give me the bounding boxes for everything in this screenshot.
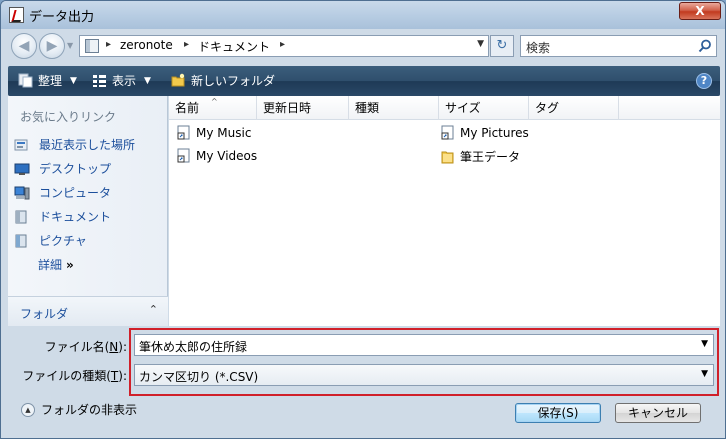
new-folder-button[interactable]: 新しいフォルダ	[171, 72, 275, 89]
refresh-button[interactable]: ↻	[490, 35, 514, 57]
hide-folders-toggle[interactable]: ▲ フォルダの非表示	[21, 401, 137, 418]
favorites-header: お気に入りリンク	[20, 110, 117, 124]
breadcrumb-arrow-icon[interactable]: ▸	[280, 39, 285, 50]
breadcrumb-documents[interactable]: ドキュメント	[198, 38, 270, 55]
folder-icon	[441, 151, 454, 164]
column-header-tags[interactable]: タグ	[529, 96, 619, 120]
documents-icon	[15, 210, 27, 223]
refresh-icon: ↻	[496, 38, 508, 53]
filetype-value: カンマ区切り (*.CSV)	[139, 370, 259, 384]
organize-label: 整理	[38, 74, 63, 88]
collapse-icon: ▲	[21, 402, 35, 417]
file-list: 名前 ^ 更新日時 種類 サイズ タグ My Music My Videos M…	[169, 96, 720, 326]
column-header-size[interactable]: サイズ	[439, 96, 529, 120]
address-bar[interactable]: ▸ zeronote ▸ ドキュメント ▸ ▼	[79, 35, 489, 57]
computer-icon	[14, 186, 30, 199]
filename-label: ファイル名(N):	[44, 340, 127, 354]
folder-location-icon	[85, 39, 99, 53]
app-icon	[9, 7, 24, 23]
new-folder-icon	[171, 73, 185, 87]
address-history-dropdown-icon[interactable]: ▼	[477, 39, 484, 49]
recent-places-icon	[14, 139, 28, 150]
filename-dropdown-icon[interactable]: ▼	[701, 339, 708, 349]
view-dropdown-icon: ▼	[144, 75, 151, 86]
save-options: ファイル名(N): 筆休め太郎の住所録 ▼ ファイルの種類(T): カンマ区切り…	[1, 326, 725, 438]
filename-input[interactable]: 筆休め太郎の住所録 ▼	[134, 334, 714, 356]
filetype-select[interactable]: カンマ区切り (*.CSV) ▼	[134, 364, 714, 386]
forward-button[interactable]: ▶	[39, 33, 65, 59]
save-dialog: データ出力 X ◀ ▶ ▼ ▸ zeronote ▸ ドキュメント ▸ ▼ ↻ …	[0, 0, 726, 439]
shortcut-icon	[441, 125, 454, 140]
sidebar-item-label: ドキュメント	[39, 210, 112, 224]
sidebar-item-pictures[interactable]: ピクチャ	[14, 232, 87, 249]
sidebar-item-label: デスクトップ	[39, 162, 112, 176]
favorites-pane: お気に入りリンク 最近表示した場所 デスクトップ コンピュータ ドキュメント ピ…	[8, 96, 168, 326]
file-name: My Music	[196, 125, 252, 140]
window-title: データ出力	[29, 10, 95, 25]
organize-button[interactable]: 整理 ▼	[18, 72, 77, 89]
more-links-label: 詳細	[38, 258, 63, 272]
filetype-label: ファイルの種類(T):	[22, 369, 127, 383]
desktop-icon	[14, 163, 30, 175]
view-icon	[93, 75, 106, 87]
back-button[interactable]: ◀	[11, 33, 37, 59]
help-icon[interactable]: ?	[696, 73, 712, 89]
organize-dropdown-icon: ▼	[70, 75, 77, 86]
command-toolbar: 整理 ▼ 表示 ▼ 新しいフォルダ ?	[8, 66, 720, 96]
column-header-name[interactable]: 名前 ^	[169, 96, 257, 120]
title-bar: データ出力 X	[1, 1, 725, 29]
column-headers: 名前 ^ 更新日時 種類 サイズ タグ	[169, 96, 720, 120]
forward-arrow-icon: ▶	[46, 38, 58, 54]
double-chevron-icon: »	[66, 258, 74, 272]
pictures-icon	[15, 234, 27, 247]
search-icon[interactable]	[698, 39, 712, 53]
column-header-modified[interactable]: 更新日時	[257, 96, 349, 120]
view-button[interactable]: 表示 ▼	[92, 72, 151, 89]
sidebar-item-recent-places[interactable]: 最近表示した場所	[14, 136, 135, 153]
cancel-button[interactable]: キャンセル	[615, 403, 701, 423]
new-folder-label: 新しいフォルダ	[191, 74, 276, 88]
breadcrumb-arrow-icon[interactable]: ▸	[106, 39, 111, 50]
file-name: My Pictures	[460, 125, 529, 140]
recent-pages-dropdown-icon[interactable]: ▼	[67, 41, 73, 50]
view-label: 表示	[112, 74, 137, 88]
more-links-button[interactable]: 詳細»	[38, 256, 74, 273]
sidebar-item-label: ピクチャ	[39, 234, 87, 248]
file-name: My Videos	[196, 148, 258, 163]
folders-label: フォルダ	[20, 307, 69, 321]
filetype-dropdown-icon[interactable]: ▼	[701, 369, 708, 379]
close-button[interactable]: X	[679, 2, 721, 20]
list-item[interactable]: My Pictures	[441, 125, 529, 140]
sidebar-item-label: コンピュータ	[39, 186, 112, 200]
list-item[interactable]: My Videos	[177, 148, 257, 163]
breadcrumb-user[interactable]: zeronote	[120, 38, 173, 52]
sort-ascending-icon: ^	[211, 97, 218, 106]
back-arrow-icon: ◀	[18, 38, 30, 54]
sidebar-item-documents[interactable]: ドキュメント	[14, 208, 111, 225]
chevron-up-icon: ⌃	[148, 303, 158, 316]
column-header-type[interactable]: 種類	[349, 96, 439, 120]
sidebar-item-desktop[interactable]: デスクトップ	[14, 160, 111, 177]
file-name: 筆王データ	[460, 150, 521, 164]
sidebar-item-label: 最近表示した場所	[39, 138, 136, 152]
organize-icon	[18, 73, 33, 88]
list-item[interactable]: My Music	[177, 125, 251, 140]
save-button[interactable]: 保存(S)	[515, 403, 601, 423]
filename-value: 筆休め太郎の住所録	[139, 340, 248, 354]
hide-folders-label: フォルダの非表示	[41, 403, 138, 417]
search-placeholder: 検索	[526, 41, 551, 55]
shortcut-icon	[177, 125, 190, 140]
navigation-bar: ◀ ▶ ▼ ▸ zeronote ▸ ドキュメント ▸ ▼ ↻ 検索	[1, 29, 725, 63]
list-item[interactable]: 筆王データ	[441, 148, 520, 165]
breadcrumb-arrow-icon[interactable]: ▸	[184, 39, 189, 50]
shortcut-icon	[177, 148, 190, 163]
sidebar-item-computer[interactable]: コンピュータ	[14, 184, 111, 201]
folders-toggle[interactable]: フォルダ ⌃	[8, 296, 168, 326]
search-input[interactable]: 検索	[520, 35, 717, 57]
